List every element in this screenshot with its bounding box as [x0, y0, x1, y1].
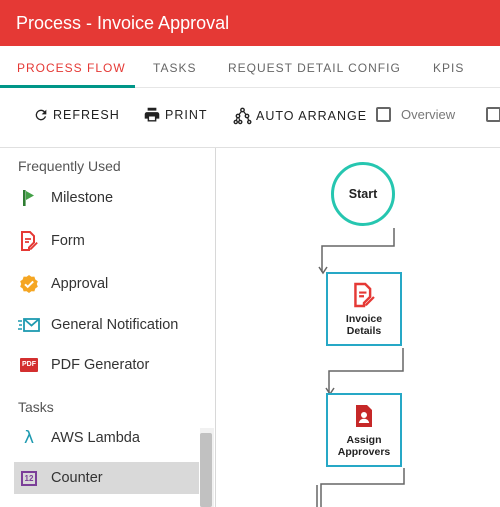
tab-tasks[interactable]: TASKS — [153, 61, 196, 75]
node-invoice-details[interactable]: Invoice Details — [326, 272, 402, 346]
node-label: Invoice Details — [345, 312, 383, 337]
refresh-button[interactable]: REFRESH — [33, 107, 120, 123]
lambda-icon: λ — [23, 428, 35, 448]
notification-mail-icon — [18, 314, 40, 336]
palette-item-label: AWS Lambda — [51, 430, 140, 446]
tab-request-detail-config[interactable]: REQUEST DETAIL CONFIG — [228, 61, 401, 75]
tab-bar: PROCESS FLOW TASKS REQUEST DETAIL CONFIG… — [0, 46, 500, 88]
refresh-label: REFRESH — [53, 108, 120, 122]
palette-scrollbar-thumb[interactable] — [200, 433, 212, 507]
palette-item-counter[interactable]: 12 Counter — [14, 462, 199, 494]
palette-item-general-notification[interactable]: General Notification — [14, 309, 199, 341]
counter-icon: 12 — [18, 467, 40, 489]
palette-item-label: General Notification — [51, 317, 179, 333]
print-button[interactable]: PRINT — [143, 107, 208, 123]
tab-kpis[interactable]: KPIS — [433, 61, 464, 75]
auto-arrange-label: AUTO ARRANGE — [256, 109, 368, 123]
hierarchy-icon — [233, 107, 252, 125]
print-label: PRINT — [165, 108, 208, 122]
title-bar: Process - Invoice Approval — [0, 0, 500, 46]
window-title: Process - Invoice Approval — [16, 13, 230, 33]
second-checkbox[interactable] — [486, 107, 500, 122]
process-canvas[interactable]: Start Invoice Details Assign Approvers — [217, 148, 500, 507]
flag-icon — [18, 187, 40, 209]
assign-user-icon — [356, 404, 372, 427]
tab-process-flow[interactable]: PROCESS FLOW — [17, 61, 126, 75]
start-label: Start — [348, 187, 378, 201]
palette-item-label: Form — [51, 233, 85, 249]
overview-label: Overview — [401, 107, 456, 122]
pdf-icon: PDF — [18, 354, 40, 376]
printer-icon — [144, 107, 160, 122]
connector-start-to-invoice — [321, 228, 395, 272]
element-palette: Frequently Used Milestone Form Approval … — [0, 148, 216, 507]
node-assign-approvers[interactable]: Assign Approvers — [326, 393, 402, 467]
palette-item-pdf-generator[interactable]: PDF PDF Generator — [14, 349, 199, 381]
palette-item-label: Milestone — [51, 190, 114, 206]
refresh-icon — [35, 109, 47, 121]
node-label: Assign Approvers — [337, 433, 391, 458]
section-tasks: Tasks — [18, 399, 54, 415]
overview-checkbox[interactable]: Overview — [376, 107, 455, 122]
palette-item-label: Counter — [51, 470, 103, 486]
form-icon — [354, 282, 375, 307]
palette-item-approval[interactable]: Approval — [14, 268, 199, 300]
start-node[interactable]: Start — [331, 162, 395, 226]
second-checkbox-box[interactable] — [486, 107, 500, 122]
overview-checkbox-box[interactable] — [376, 107, 391, 122]
palette-item-form[interactable]: Form — [14, 225, 199, 257]
approval-badge-icon — [18, 273, 40, 295]
palette-item-label: Approval — [51, 276, 109, 292]
auto-arrange-button[interactable]: AUTO ARRANGE — [233, 107, 367, 125]
palette-item-aws-lambda[interactable]: λ AWS Lambda — [14, 422, 199, 454]
palette-item-milestone[interactable]: Milestone — [14, 182, 199, 214]
palette-item-label: PDF Generator — [51, 357, 150, 373]
toolbar: REFRESH PRINT AUTO ARRANGE Overview — [0, 88, 500, 148]
connector-invoice-to-assign — [328, 348, 404, 393]
section-frequently-used: Frequently Used — [18, 158, 121, 174]
connector-assign-out — [320, 468, 405, 507]
form-icon — [18, 230, 40, 252]
